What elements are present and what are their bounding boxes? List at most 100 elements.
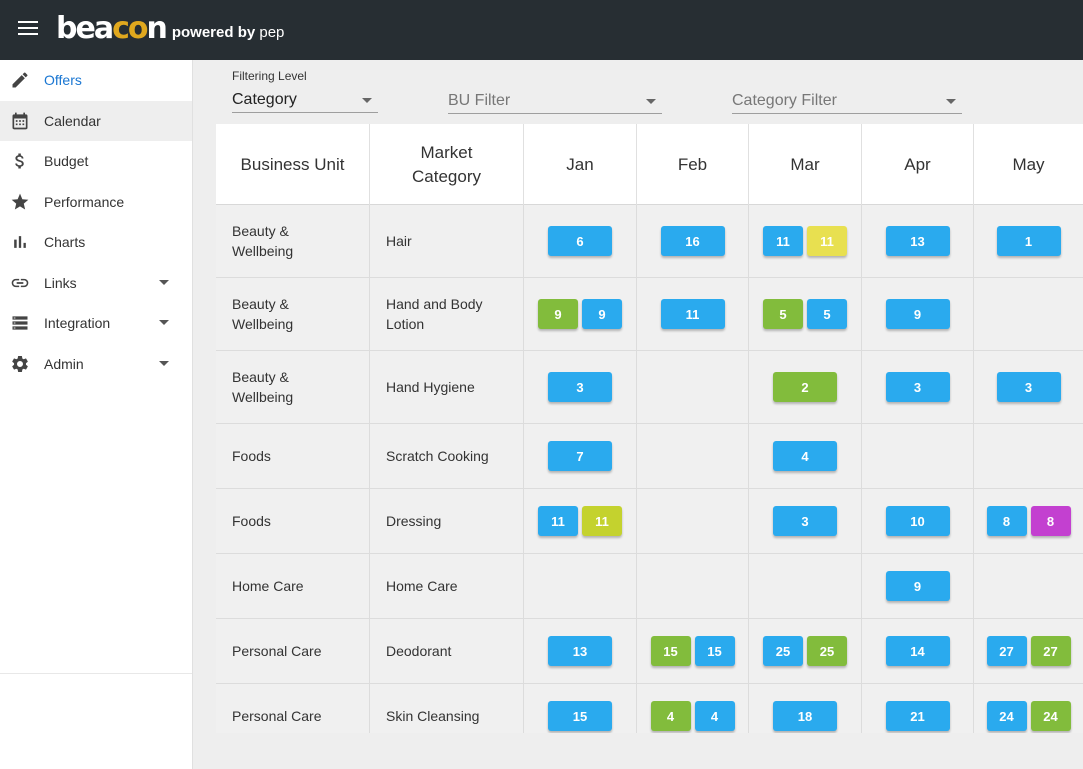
chevron-down-icon[interactable] [159, 360, 169, 366]
filtering-level-label: Filtering Level [232, 69, 307, 83]
month-cell-feb [637, 351, 749, 423]
month-cell-feb [637, 489, 749, 553]
link-icon [10, 273, 30, 293]
month-cell-may: 3 [974, 351, 1083, 423]
offer-count-badge[interactable]: 15 [694, 636, 735, 666]
star-icon [10, 192, 30, 212]
calendar-icon [10, 111, 30, 131]
offer-count-badge[interactable]: 5 [763, 299, 803, 329]
offer-count-badge[interactable]: 13 [548, 636, 612, 666]
offer-badge-group: 21 [862, 701, 973, 731]
offer-count-badge[interactable]: 9 [885, 571, 950, 601]
month-cell-jan: 99 [524, 278, 637, 350]
gear-icon [10, 354, 30, 374]
offer-count-badge[interactable]: 7 [548, 441, 612, 471]
offer-count-badge[interactable]: 14 [885, 636, 950, 666]
month-cell-feb: 11 [637, 278, 749, 350]
chevron-down-icon[interactable] [159, 320, 169, 326]
offer-count-badge[interactable]: 25 [763, 636, 803, 666]
filtering-level-select[interactable]: Category [232, 87, 378, 113]
offer-count-badge[interactable]: 27 [986, 636, 1027, 666]
offer-count-badge[interactable]: 9 [582, 299, 622, 329]
filter-bar: Filtering Level Category BU Filter Categ… [216, 60, 1083, 124]
month-cell-jan: 13 [524, 619, 637, 683]
offer-badge-group: 9 [862, 571, 973, 601]
offer-count-badge[interactable]: 8 [986, 506, 1027, 536]
offer-count-badge[interactable]: 21 [885, 701, 950, 731]
offer-count-badge[interactable]: 1 [996, 226, 1061, 256]
market-category-text: Hand Hygiene [386, 379, 475, 395]
table-row: Beauty & Wellbeing Hand Hygiene 3 2 3 3 [216, 351, 1083, 424]
sidebar-item-admin[interactable]: Admin [0, 344, 192, 385]
sidebar-item-performance[interactable]: Performance [0, 182, 192, 223]
sidebar-item-label: Links [44, 274, 77, 291]
sidebar-item-label: Integration [44, 315, 111, 332]
offer-badge-group: 14 [862, 636, 973, 666]
filtering-level-value: Category [232, 91, 297, 108]
offer-count-badge[interactable]: 24 [986, 701, 1027, 731]
market-category-cell: Deodorant [370, 619, 524, 683]
offer-count-badge[interactable]: 18 [773, 701, 837, 731]
grid-header-row: Business Unit Market Category Jan Feb Mar A… [216, 124, 1083, 205]
sidebar-item-integration[interactable]: Integration [0, 303, 192, 344]
offer-count-badge[interactable]: 11 [763, 226, 803, 256]
header-market-category: Market Category [370, 124, 524, 205]
list-icon [10, 313, 30, 333]
offer-count-badge[interactable]: 11 [660, 299, 725, 329]
sidebar-item-charts[interactable]: Charts [0, 222, 192, 263]
offer-count-badge[interactable]: 3 [548, 372, 612, 402]
offer-count-badge[interactable]: 4 [650, 701, 691, 731]
offer-count-badge[interactable]: 16 [660, 226, 725, 256]
header-month-may: May [974, 124, 1083, 205]
offer-count-badge[interactable]: 5 [807, 299, 847, 329]
offer-count-badge[interactable]: 4 [694, 701, 735, 731]
offer-count-badge[interactable]: 10 [885, 506, 950, 536]
sidebar-item-budget[interactable]: Budget [0, 141, 192, 182]
offer-count-badge[interactable]: 9 [538, 299, 578, 329]
market-category-text: Dressing [386, 513, 442, 529]
month-cell-feb: 15 15 [637, 619, 749, 683]
sidebar-item-calendar[interactable]: Calendar [0, 100, 192, 141]
offer-count-badge[interactable]: 3 [885, 372, 950, 402]
category-filter-select[interactable]: Category Filter [732, 88, 962, 114]
market-category-text: Home Care [386, 578, 458, 594]
month-cell-mar [749, 554, 862, 618]
sidebar-item-label: Offers [44, 72, 82, 89]
offer-count-badge[interactable]: 3 [773, 506, 837, 536]
offer-count-badge[interactable]: 15 [548, 701, 612, 731]
calendar-grid: Business Unit Market Category Jan Feb Mar A… [216, 124, 1083, 733]
chevron-down-icon[interactable] [159, 279, 169, 285]
offer-badge-group: 11 [637, 299, 748, 329]
sidebar-item-offers[interactable]: Offers [0, 60, 192, 101]
menu-icon[interactable] [18, 20, 38, 36]
offer-count-badge[interactable]: 11 [582, 506, 622, 536]
sidebar-item-label: Budget [44, 153, 89, 170]
offer-count-badge[interactable]: 4 [773, 441, 837, 471]
offer-count-badge[interactable]: 6 [548, 226, 612, 256]
month-cell-feb: 44 [637, 684, 749, 733]
offer-count-badge[interactable]: 2 [773, 372, 837, 402]
sidebar-divider [0, 673, 192, 674]
offer-badge-group: 6 [524, 226, 636, 256]
offer-count-badge[interactable]: 24 [1030, 701, 1071, 731]
offer-count-badge[interactable]: 27 [1030, 636, 1071, 666]
business-unit-cell: Beauty & Wellbeing [216, 278, 370, 350]
grid-footer-space [216, 733, 1083, 769]
offer-count-badge[interactable]: 11 [538, 506, 578, 536]
offer-badge-group: 15 [524, 701, 636, 731]
bu-filter-placeholder: BU Filter [448, 92, 511, 109]
sidebar-item-links[interactable]: Links [0, 263, 192, 304]
offer-count-badge[interactable]: 25 [807, 636, 847, 666]
month-cell-apr: 9 [862, 554, 974, 618]
offer-count-badge[interactable]: 13 [885, 226, 950, 256]
offer-badge-group: 24 24 [974, 701, 1083, 731]
offer-count-badge[interactable]: 9 [885, 299, 950, 329]
offer-count-badge[interactable]: 15 [650, 636, 691, 666]
business-unit-cell: Personal Care [216, 684, 370, 733]
bu-filter-select[interactable]: BU Filter [448, 88, 662, 114]
offer-count-badge[interactable]: 3 [996, 372, 1061, 402]
month-cell-jan: 7 [524, 424, 637, 488]
business-unit-cell: Beauty & Wellbeing [216, 351, 370, 423]
offer-count-badge[interactable]: 11 [807, 226, 847, 256]
offer-count-badge[interactable]: 8 [1030, 506, 1071, 536]
